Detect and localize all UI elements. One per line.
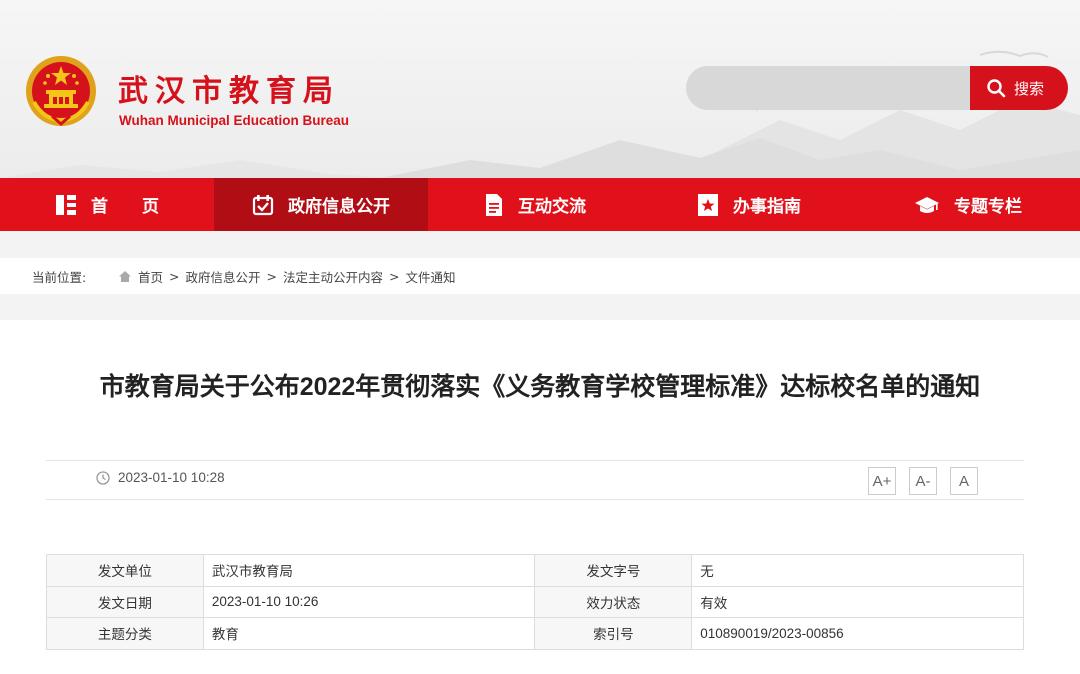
breadcrumb-gov-info[interactable]: 政府信息公开 bbox=[186, 267, 261, 286]
table-value: 有效 bbox=[691, 585, 1024, 618]
breadcrumb-path: 首页 > 政府信息公开 > 法定主动公开内容 > 文件通知 bbox=[118, 267, 456, 286]
nav-item-interaction[interactable]: 互动交流 bbox=[428, 178, 642, 231]
table-value: 无 bbox=[691, 554, 1024, 587]
breadcrumb-separator: > bbox=[389, 268, 400, 284]
home-icon bbox=[119, 270, 131, 282]
nav-item-label: 政府信息公开 bbox=[288, 197, 390, 217]
nav-item-label: 互动交流 bbox=[518, 197, 586, 217]
article-meta-row: 2023-01-10 10:28 A+ A- A bbox=[46, 460, 1024, 500]
publish-date: 2023-01-10 10:28 bbox=[96, 470, 225, 485]
table-key: 发文字号 bbox=[534, 554, 693, 587]
table-key: 发文单位 bbox=[46, 554, 204, 587]
graduation-cap-icon bbox=[915, 196, 939, 213]
nav-item-gov-info[interactable]: 政府信息公开 bbox=[214, 178, 428, 231]
article-title: 市教育局关于公布2022年贯彻落实《义务教育学校管理标准》达标校名单的通知 bbox=[99, 373, 981, 401]
table-value: 2023-01-10 10:26 bbox=[202, 585, 536, 618]
font-size-default-label: A bbox=[958, 472, 969, 490]
search-input[interactable] bbox=[686, 66, 976, 110]
breadcrumb-statutory-content[interactable]: 法定主动公开内容 bbox=[283, 267, 383, 286]
table-key: 索引号 bbox=[534, 617, 693, 650]
site-title[interactable]: 武汉市教育局 bbox=[118, 66, 340, 110]
table-key: 发文日期 bbox=[46, 585, 204, 618]
breadcrumb-home[interactable]: 首页 bbox=[138, 267, 163, 286]
breadcrumb-separator: > bbox=[169, 268, 180, 284]
nav-item-service-guide[interactable]: 办事指南 bbox=[642, 178, 856, 231]
table-value: 010890019/2023-00856 bbox=[691, 617, 1024, 650]
table-row: 发文单位 武汉市教育局 发文字号 无 bbox=[46, 554, 1024, 587]
font-size-default-button[interactable]: A bbox=[950, 467, 978, 495]
font-size-decrease-label: A- bbox=[915, 472, 931, 490]
search-button-label: 搜索 bbox=[1014, 79, 1045, 98]
breadcrumb-label: 当前位置: bbox=[32, 269, 87, 285]
nav-item-label: 专题专栏 bbox=[954, 197, 1022, 217]
breadcrumb: 当前位置: 首页 > 政府信息公开 > 法定主动公开内容 > 文件通知 bbox=[0, 258, 1080, 294]
search-icon bbox=[987, 79, 1006, 98]
table-row: 发文日期 2023-01-10 10:26 效力状态 有效 bbox=[46, 585, 1024, 618]
bookmark-star-icon bbox=[698, 193, 718, 216]
nav-item-special-topics[interactable]: 专题专栏 bbox=[856, 178, 1080, 231]
main-navigation: 首 页 政府信息公开 互动交流 办事指南 专题专栏 bbox=[0, 178, 1080, 231]
site-subtitle: Wuhan Municipal Education Bureau bbox=[119, 113, 350, 128]
home-grid-icon bbox=[56, 194, 76, 215]
table-key: 效力状态 bbox=[534, 585, 693, 618]
font-size-increase-button[interactable]: A+ bbox=[868, 467, 896, 495]
article-panel: 市教育局关于公布2022年贯彻落实《义务教育学校管理标准》达标校名单的通知 20… bbox=[0, 320, 1080, 674]
search-button[interactable]: 搜索 bbox=[970, 66, 1068, 110]
font-size-increase-label: A+ bbox=[872, 472, 892, 490]
document-info-table: 发文单位 武汉市教育局 发文字号 无 发文日期 2023-01-10 10:26… bbox=[46, 554, 1024, 650]
clock-icon bbox=[96, 470, 110, 485]
table-value: 教育 bbox=[202, 617, 536, 650]
table-row: 主题分类 教育 索引号 010890019/2023-00856 bbox=[46, 617, 1024, 650]
breadcrumb-separator: > bbox=[266, 268, 277, 284]
table-value: 武汉市教育局 bbox=[202, 554, 536, 587]
nav-item-home[interactable]: 首 页 bbox=[0, 178, 214, 231]
site-header: 武汉市教育局 Wuhan Municipal Education Bureau … bbox=[0, 0, 1080, 178]
national-emblem-icon bbox=[26, 56, 96, 127]
nav-item-label: 办事指南 bbox=[733, 197, 801, 217]
calendar-check-icon bbox=[252, 194, 274, 215]
publish-date-text: 2023-01-10 10:28 bbox=[118, 470, 225, 485]
font-size-decrease-button[interactable]: A- bbox=[909, 467, 937, 495]
document-icon bbox=[486, 193, 502, 216]
breadcrumb-file-notices[interactable]: 文件通知 bbox=[406, 267, 456, 286]
table-key: 主题分类 bbox=[46, 617, 204, 650]
nav-item-label: 首 页 bbox=[91, 197, 159, 217]
